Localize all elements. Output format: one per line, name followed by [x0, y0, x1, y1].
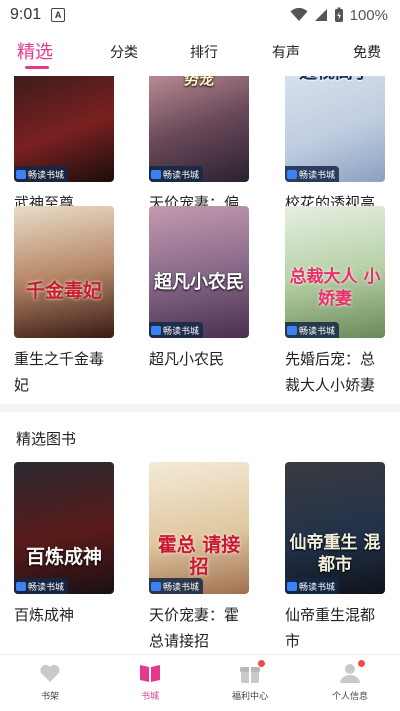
heart-icon — [38, 661, 62, 685]
person-icon — [338, 660, 365, 685]
app-logo-icon — [287, 169, 297, 179]
cover-art-text: 超凡小农民 — [154, 272, 244, 293]
cover-badge: 畅读书城 — [149, 322, 204, 338]
app-logo-icon — [151, 169, 161, 179]
bottom-nav: 书架 书城 福利中心 个人信息 — [0, 654, 400, 711]
book-title[interactable]: 先婚后宠：总裁大人小娇妻 — [285, 346, 389, 398]
book-cover[interactable]: 武神 畅读书城 — [14, 76, 114, 182]
tab-category[interactable]: 分类 — [110, 42, 138, 62]
nav-bookstore[interactable]: 书城 — [110, 661, 190, 702]
tab-audio[interactable]: 有声 — [272, 42, 300, 62]
book-card[interactable]: 百炼成神 畅读书城 百炼成神 — [14, 462, 118, 628]
cover-art-text: 仙帝重生 混都市 — [289, 533, 381, 575]
nav-bookshelf[interactable]: 书架 — [10, 661, 90, 702]
notification-dot — [358, 660, 365, 667]
book-title[interactable]: 超凡小农民 — [149, 346, 253, 372]
app-logo-icon — [287, 325, 297, 335]
status-icons: 100% — [290, 7, 388, 24]
active-tab-indicator — [25, 66, 49, 69]
cover-badge: 畅读书城 — [285, 322, 340, 338]
cover-badge: 畅读书城 — [14, 166, 69, 182]
app-logo-icon — [16, 581, 26, 591]
book-feed[interactable]: 武神 畅读书城 武神至尊 偏执傅少 强势宠 畅读书城 天价宠妻：偏执傅少强势宠 … — [0, 76, 400, 654]
book-cover[interactable]: 偏执傅少 强势宠 畅读书城 — [149, 76, 249, 182]
cover-art-text: 偏执傅少 强势宠 — [183, 76, 214, 88]
book-card[interactable]: 武神 畅读书城 武神至尊 — [14, 76, 118, 216]
book-card[interactable]: 千金毒妃 重生之千金毒妃 — [14, 206, 118, 398]
status-bar: 9:01 A 100% — [0, 0, 400, 30]
battery-percent: 100% — [349, 6, 388, 24]
category-tabs: 精选 分类 排行 有声 免费 — [0, 32, 400, 76]
cover-badge: 畅读书城 — [285, 578, 340, 594]
book-cover[interactable]: 仙帝重生 混都市 畅读书城 — [285, 462, 385, 594]
book-title[interactable]: 重生之千金毒妃 — [14, 346, 118, 398]
gift-icon — [238, 660, 265, 685]
book-title[interactable]: 天价宠妻：霍总请接招 — [149, 602, 253, 654]
cover-art-text: 千金毒妃 — [25, 280, 102, 302]
book-cover[interactable]: 千金毒妃 — [14, 206, 114, 338]
book-cover[interactable]: 透视高手 畅读书城 — [285, 76, 385, 182]
status-time: 9:01 — [10, 6, 42, 23]
tab-ranking[interactable]: 排行 — [190, 42, 218, 62]
notification-dot — [258, 660, 265, 667]
book-title[interactable]: 仙帝重生混都市 — [285, 602, 389, 654]
cover-art-text: 总裁大人 小娇妻 — [289, 267, 381, 309]
cover-art-text: 百炼成神 — [25, 546, 102, 568]
book-cover[interactable]: 霍总 请接招 畅读书城 — [149, 462, 249, 594]
cover-badge: 畅读书城 — [14, 578, 69, 594]
book-card[interactable]: 总裁大人 小娇妻 畅读书城 先婚后宠：总裁大人小娇妻 — [285, 206, 389, 398]
nav-rewards[interactable]: 福利中心 — [210, 660, 290, 702]
book-cover[interactable]: 总裁大人 小娇妻 畅读书城 — [285, 206, 385, 338]
section-divider — [0, 404, 400, 412]
battery-icon — [334, 7, 343, 22]
book-cover[interactable]: 百炼成神 畅读书城 — [14, 462, 114, 594]
book-card[interactable]: 仙帝重生 混都市 畅读书城 仙帝重生混都市 — [285, 462, 389, 654]
app-logo-icon — [16, 169, 26, 179]
book-title[interactable]: 百炼成神 — [14, 602, 118, 628]
app-logo-icon — [151, 325, 161, 335]
nav-profile[interactable]: 个人信息 — [310, 660, 390, 702]
section-title: 精选图书 — [16, 430, 77, 448]
cover-art-text: 武神 — [18, 76, 110, 78]
cover-badge: 畅读书城 — [149, 578, 204, 594]
nav-label: 书架 — [40, 692, 59, 702]
app-logo-icon — [287, 581, 297, 591]
cover-art-text: 霍总 请接招 — [157, 534, 241, 578]
app-logo-icon — [151, 581, 161, 591]
book-card[interactable]: 霍总 请接招 畅读书城 天价宠妻：霍总请接招 — [149, 462, 253, 654]
tab-featured[interactable]: 精选 — [17, 38, 53, 64]
cover-badge: 畅读书城 — [149, 166, 204, 182]
book-cover[interactable]: 超凡小农民 畅读书城 — [149, 206, 249, 338]
nav-label: 福利中心 — [231, 692, 268, 702]
tab-free[interactable]: 免费 — [353, 42, 381, 62]
book-card[interactable]: 超凡小农民 畅读书城 超凡小农民 — [149, 206, 253, 372]
nav-label: 个人信息 — [331, 692, 368, 702]
cover-art-text: 透视高手 — [289, 76, 381, 84]
wifi-icon — [290, 8, 308, 21]
notification-a-icon: A — [51, 8, 66, 22]
signal-icon — [314, 9, 327, 21]
nav-label: 书城 — [140, 692, 159, 702]
cover-badge: 畅读书城 — [285, 166, 340, 182]
book-icon — [138, 661, 162, 685]
